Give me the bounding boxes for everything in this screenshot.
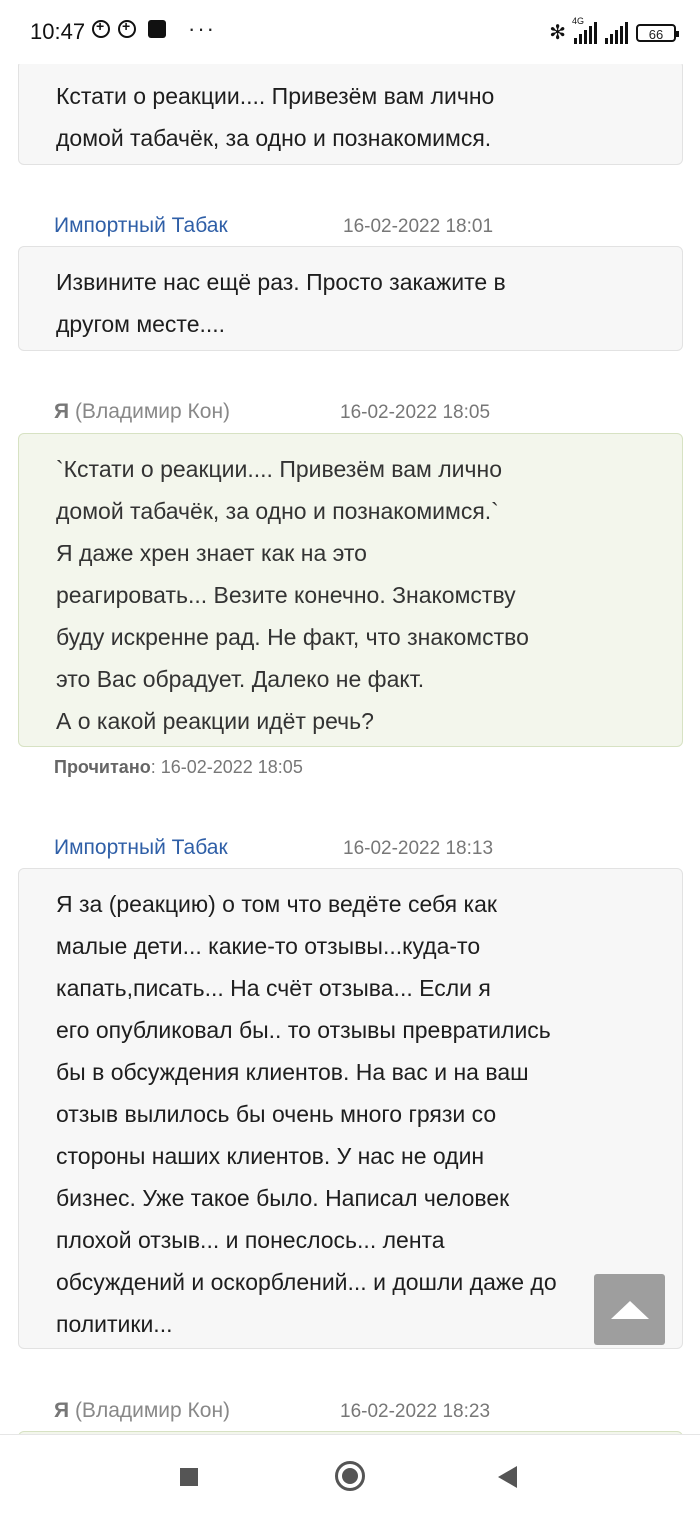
message-line: `Кстати о реакции.... Привезём вам лично — [56, 456, 502, 482]
recent-apps-square-icon[interactable] — [180, 1468, 198, 1486]
message-author[interactable]: Импортный Табак — [54, 836, 228, 860]
signal-icon-2 — [605, 21, 628, 44]
message-line: отзыв вылилось бы очень много грязи со — [56, 1101, 497, 1127]
message-timestamp: 16-02-2022 18:23 — [340, 1401, 491, 1422]
message-line: бизнес. Уже такое было. Написал человек — [56, 1185, 510, 1211]
notification-add-icon-2 — [118, 18, 136, 38]
status-time: 10:47 — [30, 19, 86, 44]
message-line: малые дети... какие-то отзывы...куда-то — [56, 933, 481, 959]
message-bubble: Извините нас ещё раз. Просто закажите в … — [18, 246, 683, 351]
message-line: плохой отзыв... и понеслось... лента — [56, 1227, 445, 1253]
message-line: бы в обсуждения клиентов. На вас и на ва… — [56, 1059, 529, 1085]
message-line: домой табачёк, за одно и познакомимся.` — [56, 498, 499, 524]
message-line: буду искренне рад. Не факт, что знакомст… — [56, 624, 529, 650]
message-line: стороны наших клиентов. У нас не один — [56, 1143, 485, 1169]
message-author-me: Я (Владимир Кон) — [54, 400, 231, 423]
message-line: обсуждений и оскорблений... и дошли даже… — [56, 1269, 557, 1295]
puzzle-icon — [148, 20, 166, 38]
signal-icon: 4G — [572, 16, 597, 44]
read-status: Прочитано: 16-02-2022 18:05 — [54, 757, 303, 777]
message-line: другом месте.... — [56, 311, 226, 337]
message-line: капать,писать... На счёт отзыва... Если … — [56, 975, 491, 1001]
message-timestamp: 16-02-2022 18:13 — [343, 838, 494, 859]
message-author[interactable]: Импортный Табак — [54, 214, 228, 238]
notification-add-icon — [92, 18, 110, 38]
message-bubble: Я за (реакцию) о том что ведёте себя как… — [18, 868, 683, 1349]
notification-icons: ··· — [92, 16, 216, 41]
message-line: Я за (реакцию) о том что ведёте себя как — [56, 891, 497, 917]
message-bubble: Кстати о реакции.... Привезём вам лично … — [18, 60, 683, 165]
message-line: Извините нас ещё раз. Просто закажите в — [56, 269, 506, 295]
system-icons: ✻ 4G 66 — [549, 16, 679, 45]
message-line: А о какой реакции идёт речь? — [56, 708, 374, 734]
message-timestamp: 16-02-2022 18:01 — [343, 216, 494, 237]
system-nav-bar — [0, 1434, 700, 1518]
more-dots-icon: ··· — [188, 16, 216, 41]
status-bar: 10:47 ··· ✻ 4G 66 — [0, 0, 700, 64]
home-circle-icon[interactable] — [335, 1461, 365, 1491]
message-timestamp: 16-02-2022 18:05 — [340, 402, 491, 423]
battery-icon: 66 — [636, 23, 679, 42]
message-line: это Вас обрадует. Далеко не факт. — [56, 666, 425, 692]
bluetooth-icon: ✻ — [549, 22, 566, 44]
message-line: Кстати о реакции.... Привезём вам лично — [56, 83, 495, 109]
message-line: реагировать... Везите конечно. Знакомств… — [56, 582, 516, 608]
scroll-to-top-button[interactable] — [594, 1274, 665, 1345]
message-author-me: Я (Владимир Кон) — [54, 1399, 231, 1422]
message-bubble-mine: `Кстати о реакции.... Привезём вам лично… — [18, 433, 683, 747]
message-line: Я даже хрен знает как на это — [56, 540, 367, 566]
arrow-up-icon — [610, 1300, 649, 1319]
message-line: политики... — [56, 1311, 173, 1337]
message-line: домой табачёк, за одно и познакомимся. — [56, 125, 492, 151]
back-triangle-icon[interactable] — [498, 1466, 517, 1488]
message-line: его опубликовал бы.. то отзывы превратил… — [56, 1017, 551, 1043]
